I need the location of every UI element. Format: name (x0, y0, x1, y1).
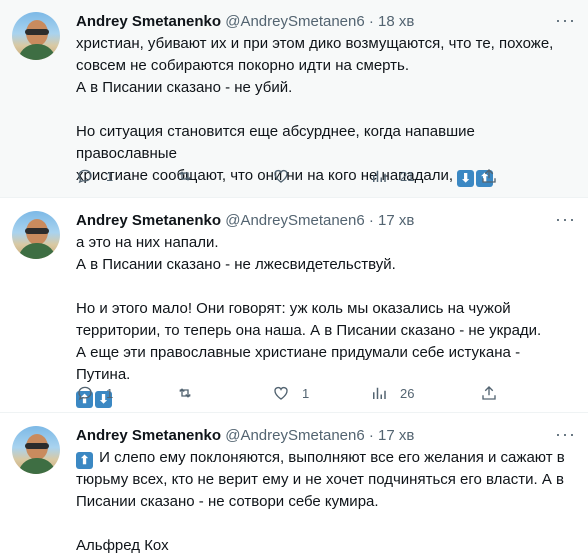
share-icon (482, 386, 496, 400)
more-options-icon[interactable]: ··· (555, 210, 576, 228)
analytics-icon (373, 387, 386, 399)
tweet-text: а это на них напали. А в Писании сказано… (76, 232, 576, 408)
retweet-icon (179, 388, 191, 398)
like-button[interactable] (272, 167, 290, 185)
reply-count: 1 (106, 168, 114, 184)
more-options-icon[interactable]: ··· (555, 425, 576, 443)
reply-button[interactable]: 1 (76, 167, 113, 185)
views-button[interactable]: 21 (370, 167, 414, 185)
text-line: А в Писании сказано - не убий. (76, 79, 293, 96)
tweet-actions: 1 21 (76, 167, 516, 187)
author-handle[interactable]: @AndreySmetanen6 (225, 13, 364, 30)
share-button[interactable] (480, 167, 498, 185)
author-name[interactable]: Andrey Smetanenko (76, 13, 221, 30)
views-button[interactable]: 26 (370, 384, 414, 402)
author-handle[interactable]: @AndreySmetanen6 (225, 212, 364, 229)
tweet-header: Andrey Smetanenko @AndreySmetanen6 · 17 … (76, 426, 414, 446)
share-icon (482, 169, 496, 183)
reply-count: 1 (106, 385, 114, 401)
up-arrow-icon: ⬆ (76, 452, 93, 469)
retweet-button[interactable] (176, 384, 194, 402)
text-line: территории, то теперь она наша. А в Писа… (76, 322, 542, 339)
text-line: христиан, убивают их и при этом дико воз… (76, 35, 554, 52)
text-line: ⬆ И слепо ему поклоняются, выполняют все… (76, 447, 576, 469)
tweet-header: Andrey Smetanenko @AndreySmetanen6 · 18 … (76, 12, 414, 32)
tweet-text: христиан, убивают их и при этом дико воз… (76, 33, 576, 187)
separator-dot: · (368, 212, 374, 229)
like-button[interactable]: 1 (272, 384, 309, 402)
analytics-icon (373, 170, 386, 182)
avatar[interactable] (12, 426, 60, 474)
text-line: Писании сказано - не сотвори себе кумира… (76, 493, 379, 510)
reply-icon (78, 386, 92, 401)
author-name[interactable]: Andrey Smetanenko (76, 427, 221, 444)
separator-dot: · (368, 427, 374, 444)
tweet-text: ⬆ И слепо ему поклоняются, выполняют все… (76, 447, 576, 557)
tweet-3[interactable]: Andrey Smetanenko @AndreySmetanen6 · 17 … (0, 414, 588, 560)
text-line: Альфред Кох (76, 537, 169, 554)
text-line: А еще эти православные христиане придума… (76, 344, 521, 383)
author-name[interactable]: Andrey Smetanenko (76, 212, 221, 229)
more-options-icon[interactable]: ··· (555, 11, 576, 29)
avatar[interactable] (12, 12, 60, 60)
timestamp[interactable]: 18 хв (378, 13, 414, 30)
tweet-2[interactable]: Andrey Smetanenko @AndreySmetanen6 · 17 … (0, 199, 588, 413)
text-line: тюрьму всех, кто не верит ему и не хочет… (76, 471, 564, 488)
text-line: а это на них напали. (76, 234, 219, 251)
timestamp[interactable]: 17 хв (378, 212, 414, 229)
tweet-1[interactable]: Andrey Smetanenko @AndreySmetanen6 · 18 … (0, 0, 588, 198)
separator-dot: · (368, 13, 374, 30)
retweet-icon (179, 171, 191, 181)
text-line: Но и этого мало! Они говорят: уж коль мы… (76, 300, 511, 317)
views-count: 21 (400, 168, 415, 184)
tweet-actions: 1 1 26 (76, 384, 516, 404)
reply-icon (78, 169, 92, 184)
retweet-button[interactable] (176, 167, 194, 185)
views-count: 26 (400, 385, 415, 401)
share-button[interactable] (480, 384, 498, 402)
text-line: Но ситуация становится еще абсурднее, ко… (76, 123, 475, 162)
text-line: совсем не собираются покорно идти на сме… (76, 57, 410, 74)
heart-icon (274, 386, 288, 400)
text-line-content: И слепо ему поклоняются, выполняют все е… (99, 449, 565, 466)
like-count: 1 (302, 385, 310, 401)
heart-icon (274, 169, 288, 183)
avatar[interactable] (12, 211, 60, 259)
reply-button[interactable]: 1 (76, 384, 113, 402)
timestamp[interactable]: 17 хв (378, 427, 414, 444)
author-handle[interactable]: @AndreySmetanen6 (225, 427, 364, 444)
tweet-header: Andrey Smetanenko @AndreySmetanen6 · 17 … (76, 211, 414, 231)
text-line: А в Писании сказано - не лжесвидетельств… (76, 256, 396, 273)
